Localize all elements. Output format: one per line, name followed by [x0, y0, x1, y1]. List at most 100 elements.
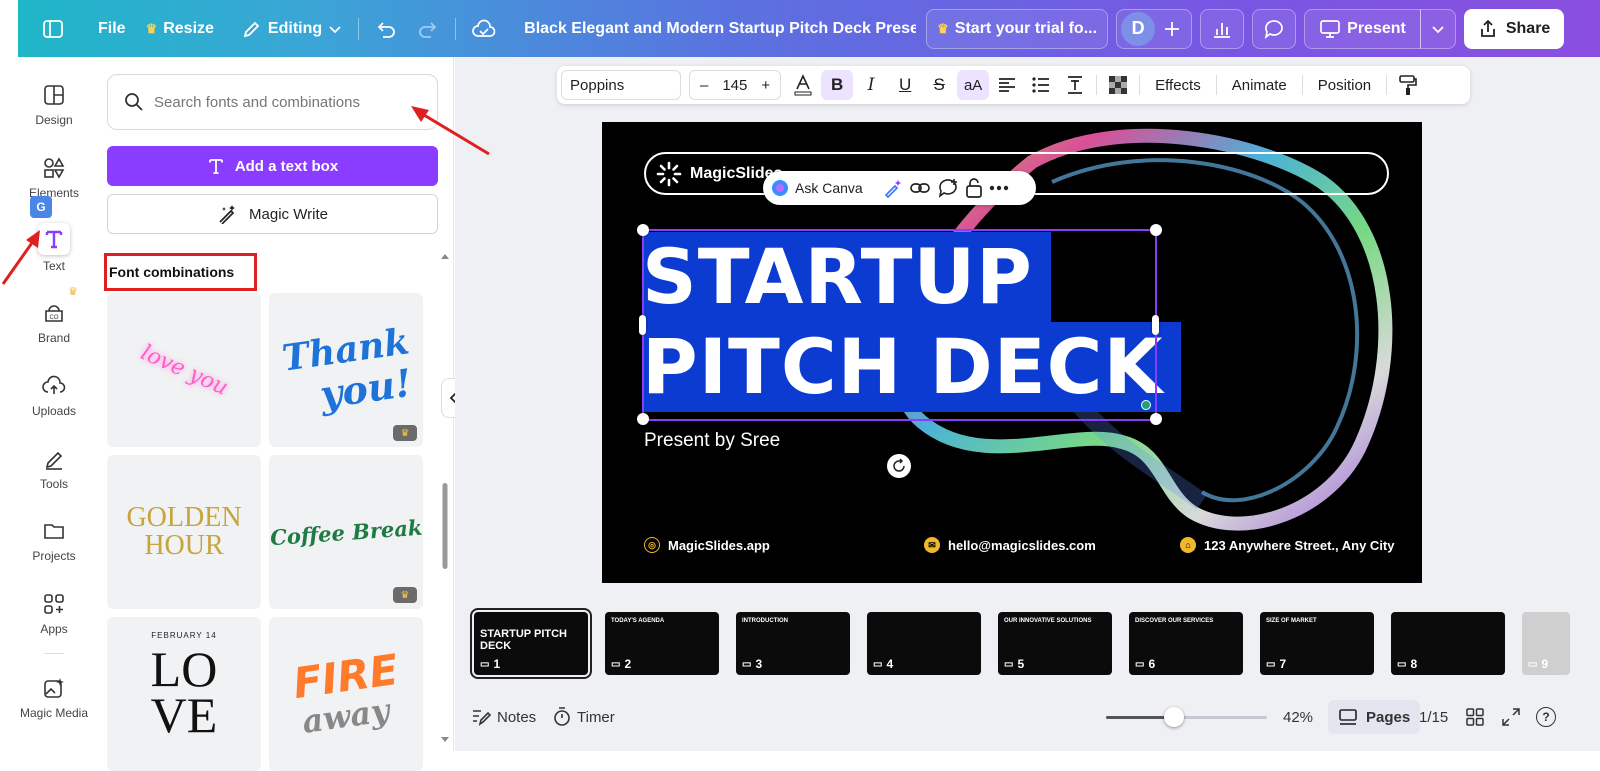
- lock-icon: [965, 178, 982, 198]
- rail-item-elements[interactable]: Elements: [18, 154, 90, 200]
- rail-item-design[interactable]: Design: [18, 81, 90, 127]
- zoom-slider-handle[interactable]: [1163, 707, 1184, 727]
- resize-handle-right[interactable]: [1152, 315, 1159, 335]
- list-button[interactable]: [1025, 70, 1057, 100]
- font-tile-coffee-break[interactable]: Coffee Break ♛: [269, 455, 423, 609]
- font-tile-thank-you[interactable]: Thank you! ♛: [269, 293, 423, 447]
- more-options-button[interactable]: [989, 185, 1009, 191]
- font-size-input[interactable]: 145: [718, 77, 751, 94]
- rail-item-magic-media[interactable]: Magic Media: [18, 674, 90, 720]
- comments-button[interactable]: [1252, 8, 1297, 49]
- undo-button[interactable]: [365, 9, 407, 49]
- panel-scrollbar[interactable]: [441, 253, 449, 743]
- page-thumbnail[interactable]: OUR INNOVATIVE SOLUTIONS ▭ 5: [998, 612, 1112, 675]
- paint-roller-icon: [1399, 75, 1417, 95]
- ask-canva-button[interactable]: Ask Canva: [771, 179, 863, 197]
- help-button[interactable]: ?: [1536, 707, 1556, 727]
- strikethrough-button[interactable]: S: [923, 70, 955, 100]
- present-button[interactable]: Present: [1304, 8, 1421, 49]
- rail-item-text[interactable]: Text: [18, 223, 90, 273]
- add-text-box-button[interactable]: Add a text box: [107, 146, 438, 186]
- bold-button[interactable]: B: [821, 70, 854, 100]
- text-selection-box: [642, 229, 1157, 421]
- page-thumbnail[interactable]: TODAY'S AGENDA ▭ 2: [605, 612, 719, 675]
- rail-item-uploads[interactable]: Uploads: [18, 372, 90, 418]
- transparency-button[interactable]: [1102, 70, 1134, 100]
- tile-text: Coffee Break: [269, 514, 423, 550]
- rail-item-tools[interactable]: Tools: [18, 445, 90, 491]
- resize-handle-bottom-right[interactable]: [1150, 413, 1162, 425]
- page-thumbnail[interactable]: INTRODUCTION ▭ 3: [736, 612, 850, 675]
- left-rail: Design Elements G Text ♛ CO Brand Upload…: [18, 57, 90, 751]
- spacing-button[interactable]: [1059, 70, 1091, 100]
- resize-handle-top-left[interactable]: [637, 224, 649, 236]
- resize-handle-left[interactable]: [639, 315, 646, 335]
- increase-size-button[interactable]: +: [751, 77, 780, 94]
- rail-item-brand[interactable]: CO Brand: [18, 299, 90, 345]
- document-title[interactable]: Black Elegant and Modern Startup Pitch D…: [524, 20, 916, 38]
- grid-view-button[interactable]: [1466, 708, 1484, 726]
- redo-button[interactable]: [407, 9, 449, 49]
- page-thumbnail[interactable]: DISCOVER OUR SERVICES ▭ 6: [1129, 612, 1243, 675]
- rail-item-apps[interactable]: Apps: [18, 590, 90, 636]
- start-trial-button[interactable]: ♛ Start your trial fo...: [926, 8, 1109, 49]
- page-counter[interactable]: 1/15: [1419, 709, 1448, 726]
- font-tile-golden-hour[interactable]: GOLDEN HOUR: [107, 455, 261, 609]
- position-button[interactable]: Position: [1308, 70, 1381, 100]
- align-button[interactable]: [991, 70, 1023, 100]
- page-thumbnail[interactable]: ▭ 9: [1522, 612, 1570, 675]
- fullscreen-button[interactable]: [1502, 708, 1520, 726]
- italic-button[interactable]: I: [855, 70, 887, 100]
- page-thumbnail[interactable]: SIZE OF MARKET ▭ 7: [1260, 612, 1374, 675]
- page-thumbnail[interactable]: STARTUP PITCH DECK ▭ 1: [470, 608, 592, 679]
- letter-case-button[interactable]: aA: [957, 70, 990, 100]
- menu-toggle-button[interactable]: [32, 9, 74, 49]
- rail-label: Projects: [32, 549, 76, 563]
- search-input[interactable]: [154, 93, 424, 111]
- link-button[interactable]: [909, 179, 931, 197]
- file-menu-button[interactable]: File: [88, 9, 136, 49]
- editing-mode-button[interactable]: Editing: [232, 9, 352, 49]
- underline-button[interactable]: U: [889, 70, 921, 100]
- present-icon: ▭: [1004, 658, 1014, 670]
- lock-button[interactable]: [965, 178, 983, 198]
- search-box[interactable]: [107, 74, 438, 130]
- add-collaborator-button[interactable]: [1157, 14, 1187, 44]
- add-comment-button[interactable]: [937, 178, 959, 198]
- effects-button[interactable]: Effects: [1145, 70, 1211, 100]
- font-tile-love[interactable]: FEBRUARY 14 LO VE: [107, 617, 261, 771]
- font-tile-love-you[interactable]: love you: [107, 293, 261, 447]
- insights-button[interactable]: [1200, 8, 1245, 49]
- resize-handle-bottom-left[interactable]: [637, 413, 649, 425]
- pages-button[interactable]: Pages: [1328, 700, 1421, 734]
- design-icon: [40, 81, 68, 109]
- zoom-slider[interactable]: [1106, 707, 1267, 727]
- decrease-size-button[interactable]: –: [690, 77, 718, 94]
- save-status-button[interactable]: [462, 9, 506, 49]
- present-options-button[interactable]: [1419, 8, 1456, 49]
- font-tile-fire-away[interactable]: FIRE away: [269, 617, 423, 771]
- resize-handle-top-right[interactable]: [1150, 224, 1162, 236]
- rotate-handle[interactable]: [887, 454, 911, 478]
- magic-edit-button[interactable]: [883, 178, 903, 198]
- thumbnail-title: INTRODUCTION: [742, 618, 788, 624]
- animate-button[interactable]: Animate: [1222, 70, 1297, 100]
- share-button[interactable]: Share: [1463, 8, 1565, 49]
- slide-subtitle[interactable]: Present by Sree: [644, 430, 780, 452]
- translate-extension-icon[interactable]: G: [30, 196, 52, 218]
- magic-write-button[interactable]: Magic Write: [107, 194, 438, 234]
- page-thumbnail[interactable]: ▭ 8: [1391, 612, 1505, 675]
- elements-icon: [40, 154, 68, 182]
- timer-button[interactable]: Timer: [553, 707, 615, 727]
- page-thumbnail[interactable]: ▭ 4: [867, 612, 981, 675]
- notes-button[interactable]: Notes: [471, 708, 536, 726]
- zoom-level[interactable]: 42%: [1283, 709, 1313, 726]
- page-number: 3: [755, 657, 763, 671]
- resize-button[interactable]: ♛ Resize: [136, 9, 224, 49]
- font-family-select[interactable]: Poppins: [561, 70, 681, 100]
- rail-item-projects[interactable]: Projects: [18, 517, 90, 563]
- tile-text: you!: [317, 359, 415, 418]
- copy-style-button[interactable]: [1392, 70, 1424, 100]
- text-color-button[interactable]: [787, 70, 819, 100]
- avatar[interactable]: D: [1121, 11, 1156, 46]
